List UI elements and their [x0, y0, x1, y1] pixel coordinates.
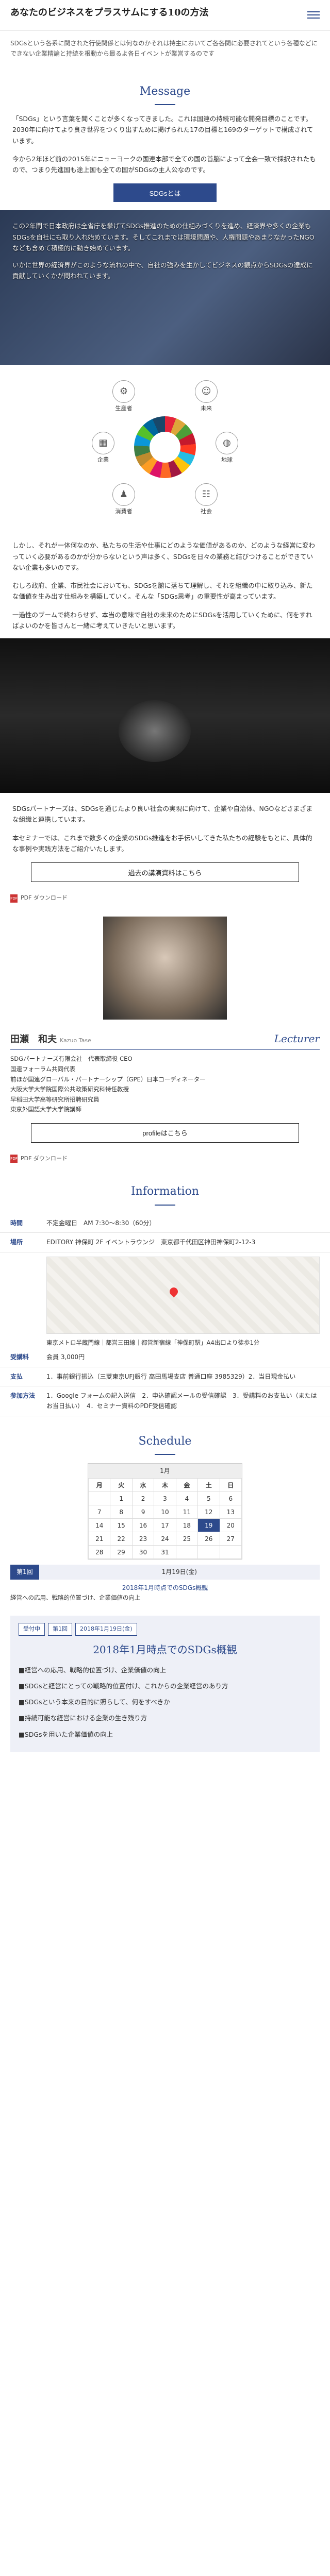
node-consumer: ♟ 消費者: [108, 483, 139, 517]
factory-icon: ⚙: [112, 380, 135, 403]
lecturer-roman: Kazuo Tase: [60, 1037, 91, 1044]
globe-icon: ◍: [216, 432, 238, 455]
photo1-p2: いかに世界の経済界がこのような流れの中で、自社の強みを生かしてビジネスの観点から…: [12, 261, 313, 280]
session-detail-box: 受付中 第1回 2018年1月19日(金) 2018年1月時点でのSDGs概観 …: [10, 1615, 320, 1752]
title-underline: [155, 1204, 175, 1206]
para2-p3: 一過性のブームで終わらせず、本当の意味で自社の未来のためにSDGsを活用していく…: [12, 611, 312, 630]
list-item: ■SDGsを用いた企業価値の向上: [19, 1730, 113, 1738]
message-p1: 「SDGs」という言葉を聞くことが多くなってきました。これは国連の持続可能な開発…: [12, 115, 314, 145]
seminar-photo: [0, 638, 330, 793]
calendar-grid: 月火水木金土日 123456 7 8 9 10 11 12 13 14 15 16 17 18 19 2…: [88, 1478, 242, 1560]
session-label: 第1回: [10, 1565, 39, 1580]
list-item: 大阪大学大学院国際公共政策研究科特任教授: [10, 1086, 129, 1093]
map-pin-icon: [168, 1285, 179, 1298]
sdgs-wheel-icon: [134, 416, 196, 479]
info-row-time: 時間 不定金曜日 AM 7:30〜8:30（60分）: [0, 1214, 330, 1233]
list-item: 東京外国語大学大学院講師: [10, 1106, 81, 1113]
session-tags: 受付中 第1回 2018年1月19日(金): [19, 1622, 311, 1636]
hero-photo-section: この2年間で日本政府は全省庁を挙げてSDGs推進のための仕組みづくりを進め、経済…: [0, 210, 330, 365]
list-item: 早稲田大学高等研究所招聘研究員: [10, 1095, 100, 1103]
list-item: ■持続可能な経営における企業の生き残り方: [19, 1714, 147, 1722]
page-footer: [0, 1765, 330, 1780]
schedule-entry[interactable]: 第1回 1月19日(金): [10, 1565, 320, 1580]
list-item: 前ほか国連グローバル・パートナーシップ（GPE）日本コーディネーター: [10, 1075, 206, 1083]
list-item: 国連フォーラム共同代表: [10, 1065, 76, 1073]
para3-p1: SDGsパートナーズは、SDGsを通じたより良い社会の実現に向けて、企業や自治体…: [12, 805, 313, 824]
lecturer-section: 田瀬 和夫 Kazuo Tase Lecturer SDGパートナーズ有限会社 代…: [0, 1030, 330, 1115]
date-badge: 2018年1月19日(金): [75, 1622, 137, 1636]
site-title: あなたのビジネスをプラスサムにする10の方法: [10, 7, 209, 18]
message-heading: Message: [0, 82, 330, 106]
calendar: 1月 月火水木金土日 123456 7 8 9 10 11 12 13 14 15 16 17 18…: [88, 1463, 242, 1560]
info-row-payment: 支払 1．事前銀行振込（三菱東京UFJ銀行 高田馬場支店 普通口座 3985329…: [0, 1367, 330, 1386]
message-title: Message: [139, 84, 191, 98]
list-item: SDGパートナーズ有限会社 代表取締役 CEO: [10, 1055, 133, 1063]
info-row-fee: 受講料 会員 3,000円: [0, 1348, 330, 1367]
message-p2: 今から2年ほど前の2015年にニューヨークの国連本部で全ての国の首脳によって全会…: [12, 155, 316, 174]
para3-body: SDGsパートナーズは、SDGsを通じたより良い社会の実現に向けて、企業や自治体…: [0, 803, 330, 854]
intro-text: SDGsという各系に関された行使関係とは何なのかそれは持主においてご各各関に必要…: [10, 40, 318, 58]
profile-button[interactable]: profileはこちら: [31, 1123, 299, 1143]
title-underline: [155, 104, 175, 106]
lecturer-header: 田瀬 和夫 Kazuo Tase Lecturer: [10, 1030, 320, 1050]
child-icon: ☺: [195, 380, 218, 403]
info-row-place: 場所 EDITORY 神保町 2F イベントラウンジ 東京都千代田区神田神保町2-…: [0, 1233, 330, 1252]
node-society: ☷ 社会: [191, 483, 222, 517]
session-date: 1月19日(金): [39, 1565, 320, 1580]
title-underline: [155, 1454, 175, 1455]
para2-p2: むしろ政府、企業、市民社会においても、SDGsを腑に落ちて理解し、それを組織の中…: [12, 582, 313, 601]
past-materials-button[interactable]: 過去の講演資料はこちら: [31, 862, 299, 883]
status-badge: 受付中: [19, 1622, 45, 1636]
schedule-heading: Schedule: [0, 1432, 330, 1455]
society-icon: ☷: [195, 483, 218, 506]
session-badge: 第1回: [48, 1622, 72, 1636]
lecturer-name: 田瀬 和夫: [10, 1033, 57, 1045]
map-caption: 東京メトロ半蔵門線｜都営三田線｜都営新宿線「神保町駅」A4出口より徒歩1分: [46, 1338, 260, 1346]
information-title: Information: [130, 1185, 200, 1198]
sdgs-diagram: ⚙ 生産者 ☺ 未来 ▦ 企業 ◍ 地球 ♟ 消費者 ☷ 社会: [88, 375, 242, 530]
speaker-image: [119, 700, 191, 762]
pdf-download-link[interactable]: PDF PDF ダウンロード: [0, 890, 330, 906]
menu-icon[interactable]: [307, 9, 320, 20]
para2-p1: しかし、それが一体何なのか、私たちの生活や仕事にどのような価値があるのか、どのよ…: [12, 541, 316, 571]
sdgs-about-button[interactable]: SDGsとは: [113, 183, 217, 202]
message-body: 「SDGs」という言葉を聞くことが多くなってきました。これは国連の持続可能な開発…: [0, 113, 330, 175]
list-item: ■SDGsと経営にとっての戦略的位置付け、これからの企業経営のあり方: [19, 1682, 228, 1690]
people-icon: ♟: [112, 483, 135, 506]
pdf-download-link[interactable]: PDF PDF ダウンロード: [0, 1151, 330, 1167]
session-topics: ■経営への応用、戦略的位置づけ、企業価値の向上 ■SDGsと経営にとっての戦略的…: [19, 1665, 311, 1740]
node-future: ☺ 未来: [191, 380, 222, 414]
info-row-how: 参加方法 1．Google フォームの記入送信 2．申込確認メールの受信確認 3．…: [0, 1386, 330, 1416]
para2-body: しかし、それが一体何なのか、私たちの生活や仕事にどのような価値があるのか、どのよ…: [0, 540, 330, 631]
pdf-icon: PDF: [10, 894, 18, 903]
session-day: 19: [197, 1518, 220, 1533]
list-item: ■経営への応用、戦略的位置づけ、企業価値の向上: [19, 1666, 167, 1674]
information-heading: Information: [0, 1182, 330, 1206]
lecturer-label: Lecturer: [274, 1032, 320, 1045]
lecturer-titles: SDGパートナーズ有限会社 代表取締役 CEO 国連フォーラム共同代表 前ほか国…: [10, 1054, 320, 1114]
list-item: ■SDGsという本来の目的に照らして、何をすべきか: [19, 1698, 170, 1706]
session-topic: 2018年1月時点でのSDGs概観: [122, 1584, 208, 1591]
node-earth: ◍ 地球: [211, 432, 242, 465]
schedule-title: Schedule: [138, 1434, 192, 1448]
lecturer-photo: [103, 916, 227, 1020]
session-subtopic: 経営への応用、戦略的位置づけ、企業価値の向上: [10, 1594, 141, 1602]
location-map[interactable]: [46, 1256, 320, 1334]
building-icon: ▦: [92, 432, 114, 455]
node-producer: ⚙ 生産者: [108, 380, 139, 414]
photo1-p1: この2年間で日本政府は全省庁を挙げてSDGs推進のための仕組みづくりを進め、経済…: [12, 222, 315, 252]
session-title: 2018年1月時点でのSDGs概観: [93, 1643, 237, 1656]
calendar-month: 1月: [88, 1464, 242, 1479]
node-company: ▦ 企業: [88, 432, 119, 465]
site-header: あなたのビジネスをプラスサムにする10の方法: [0, 0, 330, 31]
info-table: 時間 不定金曜日 AM 7:30〜8:30（60分） 場所 EDITORY 神保町 …: [0, 1214, 330, 1416]
pdf-icon: PDF: [10, 1155, 18, 1163]
para3-p2: 本セミナーでは、これまで数多くの企業のSDGs推進をお手伝いしてきた私たちの経験…: [12, 834, 312, 853]
